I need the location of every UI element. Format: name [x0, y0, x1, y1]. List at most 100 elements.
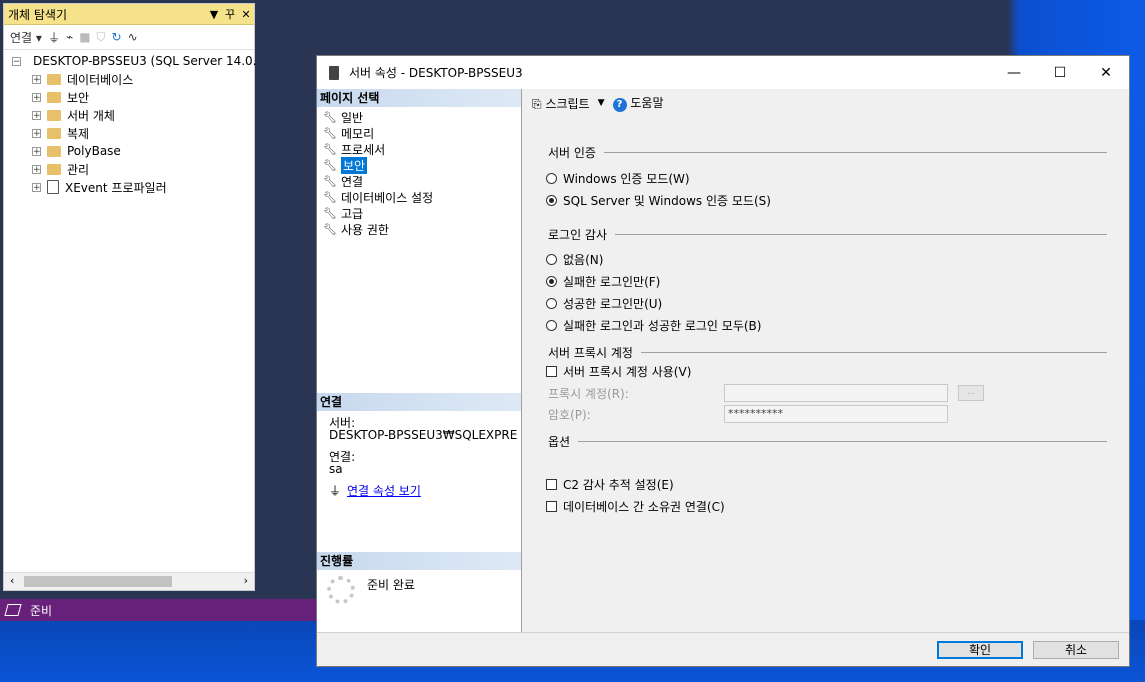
dialog-titlebar: 서버 속성 - DESKTOP-BPSSEU3 — ☐ ✕ — [317, 56, 1129, 89]
disconnect-icon[interactable]: ⌁ — [66, 30, 73, 44]
close-button[interactable]: ✕ — [1083, 56, 1129, 89]
script-label: 스크립트 — [545, 96, 590, 111]
help-button[interactable]: ? 도움말 — [612, 94, 664, 112]
folder-icon — [47, 163, 61, 175]
status-bar: 준비 — [0, 599, 318, 621]
proxy-password-field[interactable]: ********** — [724, 405, 948, 423]
page-select-header: 페이지 선택 — [317, 89, 521, 107]
view-connection-properties[interactable]: ⏚ 연결 속성 보기 — [329, 485, 521, 497]
help-label: 도움말 — [630, 96, 664, 110]
tree-item[interactable]: + 복제 — [4, 124, 254, 142]
page-item-processors[interactable]: 🔧︎ 프로세서 — [323, 141, 521, 157]
expand-icon[interactable]: + — [32, 182, 41, 192]
object-explorer-toolbar: 연결 ▾ ⏚ ⌁ ■ ⛉ ↻ ∿ — [4, 25, 254, 50]
server-node-label: DESKTOP-BPSSEU3 (SQL Server 14.0. — [33, 54, 257, 68]
wrench-icon: 🔧︎ — [323, 110, 337, 124]
checkbox-label: C2 감사 추적 설정(E) — [563, 478, 674, 492]
proxy-account-field[interactable] — [724, 384, 948, 402]
page-item-connections[interactable]: 🔧︎ 연결 — [323, 173, 521, 189]
folder-icon — [47, 91, 61, 103]
page-item-advanced[interactable]: 🔧︎ 고급 — [323, 205, 521, 221]
dropdown-icon[interactable]: ▼ — [206, 8, 222, 21]
windows-auth-radio[interactable]: Windows 인증 모드(W) — [546, 170, 690, 187]
tree-item[interactable]: + XEvent 프로파일러 — [4, 178, 254, 196]
mixed-auth-radio[interactable]: SQL Server 및 Windows 인증 모드(S) — [546, 192, 771, 209]
view-connection-properties-link[interactable]: 연결 속성 보기 — [347, 484, 421, 498]
tree-item[interactable]: + 서버 개체 — [4, 106, 254, 124]
wrench-icon: 🔧︎ — [323, 190, 337, 204]
wrench-icon: 🔧︎ — [323, 222, 337, 236]
filter-icon[interactable]: ⛉ — [97, 30, 106, 45]
object-explorer-title: 개체 탐색기 — [8, 7, 68, 22]
checkbox-icon — [546, 501, 557, 512]
wrench-icon: 🔧︎ — [323, 142, 337, 156]
expand-icon[interactable]: + — [32, 110, 41, 120]
tree-server-node[interactable]: − DESKTOP-BPSSEU3 (SQL Server 14.0. — [4, 52, 257, 70]
server-properties-dialog: 서버 속성 - DESKTOP-BPSSEU3 — ☐ ✕ 페이지 선택 🔧︎ 일… — [316, 55, 1130, 667]
radio-label: SQL Server 및 Windows 인증 모드(S) — [563, 194, 771, 208]
scroll-left-icon[interactable]: ‹ — [10, 574, 14, 587]
login-audit-group: 로그인 감사 — [548, 226, 1107, 243]
page-item-database-settings[interactable]: 🔧︎ 데이터베이스 설정 — [323, 189, 521, 205]
audit-failed-radio[interactable]: 실패한 로그인만(F) — [546, 273, 660, 290]
server-app-icon — [329, 65, 339, 80]
page-item-security[interactable]: 🔧︎ 보안 — [323, 156, 521, 174]
connect-plug-icon[interactable]: ⏚ — [48, 29, 60, 46]
radio-icon — [546, 320, 557, 331]
scroll-right-icon[interactable]: › — [244, 574, 248, 587]
page-label: 연결 — [341, 174, 364, 189]
tree-item[interactable]: + 관리 — [4, 160, 254, 178]
proxy-browse-button[interactable]: ... — [958, 385, 984, 401]
script-button[interactable]: ⎘ 스크립트 — [532, 95, 590, 112]
login-audit-header: 로그인 감사 — [548, 228, 608, 242]
connection-header: 연결 — [317, 393, 521, 411]
minimize-button[interactable]: — — [991, 56, 1037, 89]
cancel-button[interactable]: 취소 — [1033, 641, 1119, 659]
proxy-enable-checkbox[interactable]: 서버 프록시 계정 사용(V) — [546, 363, 691, 380]
collapse-icon[interactable]: − — [12, 56, 21, 66]
tree-item[interactable]: + PolyBase — [4, 142, 254, 160]
tree-item[interactable]: + 데이터베이스 — [4, 70, 254, 88]
checkbox-label: 데이터베이스 간 소유권 연결(C) — [563, 500, 725, 514]
audit-both-radio[interactable]: 실패한 로그인과 성공한 로그인 모두(B) — [546, 317, 761, 334]
maximize-button[interactable]: ☐ — [1037, 56, 1083, 89]
script-dropdown-icon[interactable]: ▼ — [598, 98, 605, 108]
server-value: DESKTOP-BPSSEU3₩SQLEXPRE — [329, 429, 518, 441]
page-label: 메모리 — [341, 126, 375, 141]
activity-monitor-icon[interactable]: ∿ — [128, 30, 138, 44]
refresh-icon[interactable]: ↻ — [112, 30, 122, 44]
horizontal-scrollbar[interactable]: ‹ › — [4, 572, 254, 590]
wrench-icon: 🔧︎ — [323, 174, 337, 188]
page-label: 고급 — [341, 206, 364, 221]
page-item-permissions[interactable]: 🔧︎ 사용 권한 — [323, 221, 521, 237]
folder-icon — [47, 145, 61, 157]
page-item-memory[interactable]: 🔧︎ 메모리 — [323, 125, 521, 141]
tree-item-label: XEvent 프로파일러 — [65, 180, 167, 195]
scroll-thumb[interactable] — [24, 576, 172, 587]
page-item-general[interactable]: 🔧︎ 일반 — [323, 109, 521, 125]
close-icon[interactable]: ✕ — [238, 8, 254, 21]
expand-icon[interactable]: + — [32, 164, 41, 174]
ownership-chaining-checkbox[interactable]: 데이터베이스 간 소유권 연결(C) — [546, 498, 725, 515]
page-label: 프로세서 — [341, 142, 386, 157]
ok-button[interactable]: 확인 — [937, 641, 1023, 659]
audit-success-radio[interactable]: 성공한 로그인만(U) — [546, 295, 662, 312]
audit-none-radio[interactable]: 없음(N) — [546, 251, 603, 268]
tree-item-label: 관리 — [67, 162, 90, 177]
xevent-icon — [47, 180, 59, 194]
proxy-password-label: 암호(P): — [548, 408, 591, 422]
connect-label: 연결 — [10, 30, 33, 45]
radio-label: 성공한 로그인만(U) — [563, 297, 663, 311]
tree-item[interactable]: + 보안 — [4, 88, 254, 106]
expand-icon[interactable]: + — [32, 128, 41, 138]
expand-icon[interactable]: + — [32, 92, 41, 102]
expand-icon[interactable]: + — [32, 74, 41, 84]
stop-icon[interactable]: ■ — [79, 30, 90, 44]
object-explorer-titlebar: 개체 탐색기 ▼ 꾸 ✕ — [4, 4, 254, 25]
pin-icon[interactable]: 꾸 — [222, 6, 238, 22]
script-icon: ⎘ — [532, 96, 542, 111]
connect-button[interactable]: 연결 ▾ — [10, 29, 42, 46]
expand-icon[interactable]: + — [32, 146, 41, 156]
folder-icon — [47, 109, 61, 121]
c2-audit-checkbox[interactable]: C2 감사 추적 설정(E) — [546, 476, 674, 493]
